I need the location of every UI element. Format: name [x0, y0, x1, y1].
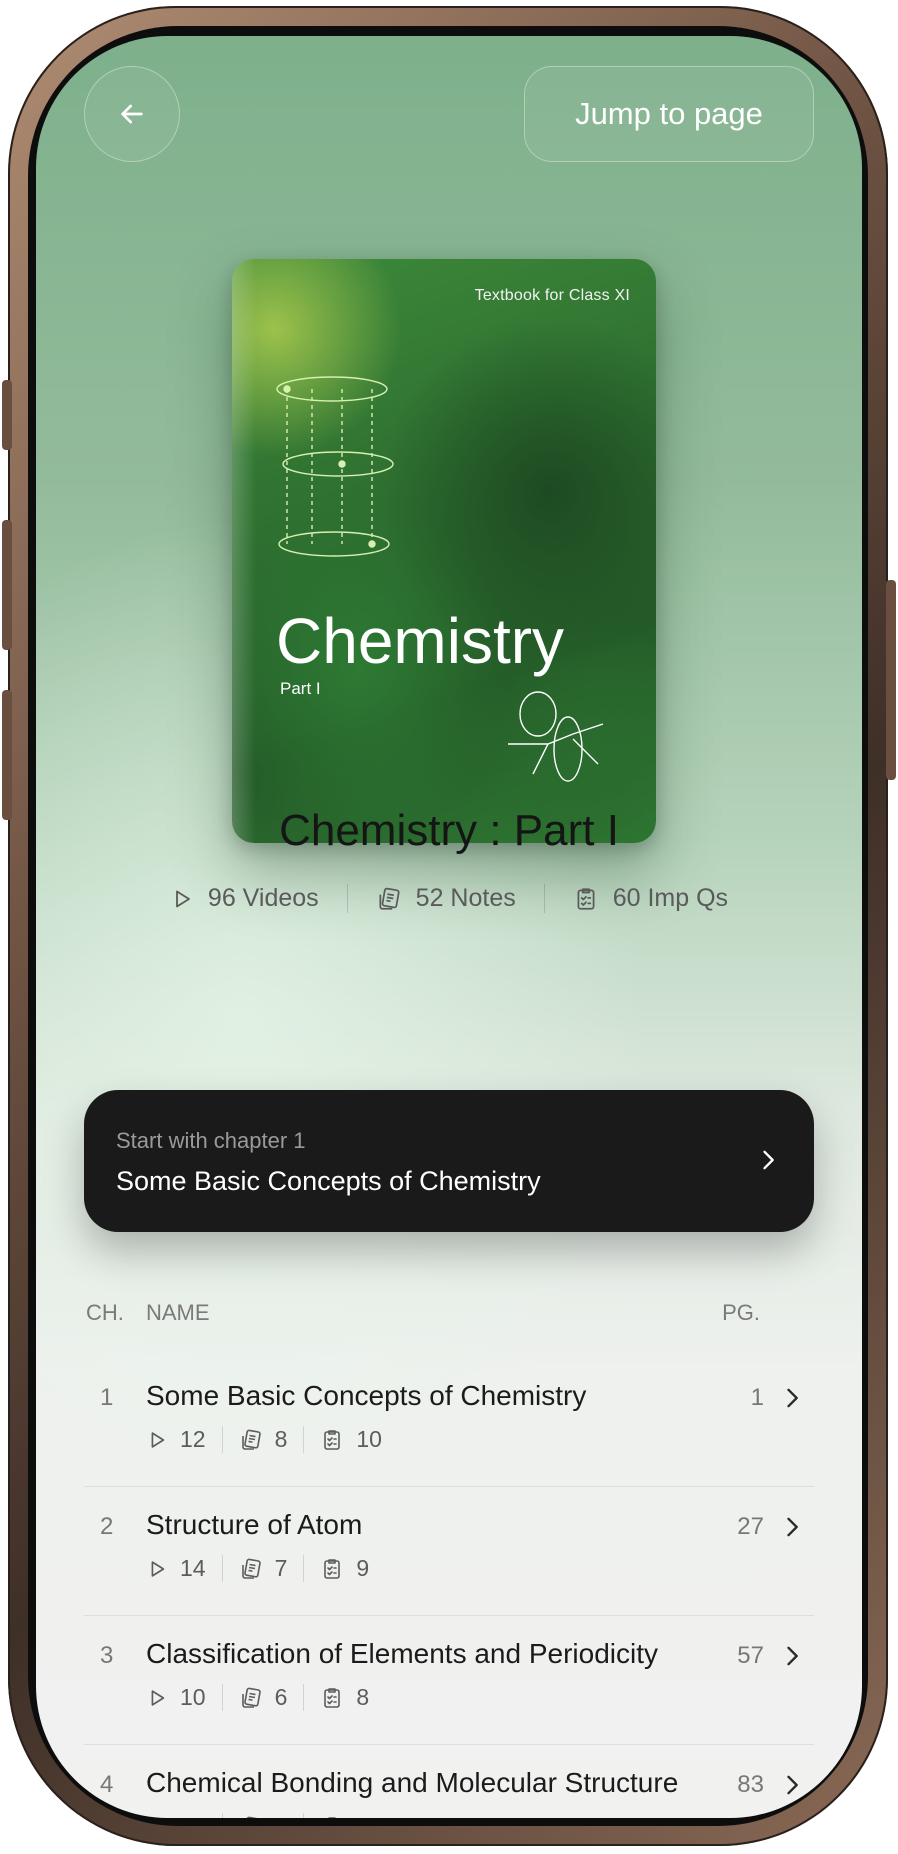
notes-icon: [243, 1816, 261, 1818]
chapter-questions: 9: [303, 1555, 385, 1582]
book-cover-title: Chemistry: [276, 605, 565, 677]
chevron-right-icon: [787, 1517, 798, 1537]
header-pg: PG.: [722, 1300, 760, 1325]
clipboard-check-icon: [577, 887, 595, 910]
orbital-illustration: [508, 691, 604, 782]
notes-value: 8: [275, 1813, 288, 1818]
chapter-questions: 10: [303, 1426, 398, 1453]
chapter-number: 2: [100, 1513, 114, 1540]
chapter-page: 27: [737, 1513, 764, 1540]
chapter-page: 83: [737, 1771, 764, 1798]
chapter-questions: 11: [303, 1813, 396, 1818]
questions-value: 10: [356, 1426, 382, 1452]
notes-value: 8: [274, 1426, 288, 1452]
notes-icon: [241, 1687, 261, 1708]
start-chapter-title: Some Basic Concepts of Chemistry: [116, 1166, 541, 1196]
questions-stat: 60 Imp Qs: [543, 884, 756, 913]
book-cover: Textbook for Class XI Chemistry Part I: [232, 259, 656, 843]
videos-stat: 96 Videos: [142, 884, 347, 913]
chapter-number: 4: [100, 1771, 114, 1798]
chapter-list: 1 Some Basic Concepts of Chemistry 1 12 …: [84, 1358, 814, 1818]
notes-value: 7: [274, 1555, 288, 1581]
chapter-number: 1: [100, 1384, 114, 1411]
notes-value: 6: [274, 1684, 288, 1710]
notes-count: 52 Notes: [415, 884, 516, 912]
chapter-notes: 7: [221, 1555, 304, 1582]
questions-value: 9: [356, 1555, 370, 1581]
notes-icon: [241, 1429, 261, 1450]
chevron-right-icon: [763, 1150, 774, 1170]
header-ch: CH.: [86, 1300, 124, 1325]
videos-count: 96 Videos: [207, 884, 319, 912]
chapter-notes: 6: [221, 1684, 304, 1711]
clipboard-check-icon: [324, 1429, 341, 1450]
questions-count: 60 Imp Qs: [612, 884, 729, 912]
chapter-questions: 8: [303, 1684, 385, 1711]
play-icon: [176, 890, 190, 907]
questions-value: 8: [356, 1684, 370, 1710]
play-icon: [151, 1689, 165, 1706]
chapter-page: 1: [750, 1384, 764, 1411]
start-chapter-card[interactable]: Start with chapter 1 Some Basic Concepts…: [84, 1090, 814, 1232]
chapter-table-header: CH. NAME PG.: [84, 1300, 814, 1330]
chevron-right-icon: [787, 1646, 798, 1666]
arrow-left-icon: [121, 104, 143, 124]
start-caption: Start with chapter 1: [116, 1128, 306, 1153]
back-button[interactable]: [84, 66, 180, 162]
chapter-videos: 10: [146, 1684, 222, 1711]
videos-value: 15: [180, 1813, 206, 1818]
chapter-notes: 8: [221, 1813, 304, 1818]
chapter-videos: 15: [146, 1813, 222, 1818]
questions-value: 11: [356, 1813, 380, 1818]
book-cover-subtitle: Part I: [280, 679, 321, 698]
notes-stat: 52 Notes: [346, 884, 544, 913]
chapter-name: Chemical Bonding and Molecular Structure: [146, 1767, 679, 1798]
header-name: NAME: [146, 1300, 210, 1325]
chapter-name: Structure of Atom: [146, 1509, 363, 1540]
chevron-right-icon: [787, 1388, 798, 1408]
chapter-name: Some Basic Concepts of Chemistry: [146, 1380, 587, 1411]
book-title: Chemistry : Part I: [279, 806, 619, 855]
chevron-right-icon: [787, 1775, 798, 1795]
app-screen: Jump to page Textbook for Class XI Chemi…: [36, 36, 862, 1818]
videos-value: 14: [180, 1555, 206, 1581]
chapter-number: 3: [100, 1642, 114, 1669]
chapter-row[interactable]: 4 Chemical Bonding and Molecular Structu…: [84, 1744, 814, 1818]
phone-side-button: [2, 380, 12, 450]
chapter-meta: 15 8 11: [146, 1813, 396, 1818]
chapter-notes: 8: [221, 1426, 304, 1453]
chapter-videos: 12: [146, 1426, 222, 1453]
chapter-page: 57: [737, 1642, 764, 1669]
play-icon: [151, 1560, 165, 1577]
jump-to-page-button[interactable]: Jump to page: [524, 66, 814, 162]
chapter-meta: 12 8 10: [146, 1426, 398, 1453]
videos-value: 10: [180, 1684, 206, 1710]
molecule-lattice-illustration: [276, 376, 394, 557]
notes-icon: [379, 887, 400, 910]
chapter-meta: 14 7 9: [146, 1555, 385, 1582]
book-cover-label: Textbook for Class XI: [474, 287, 630, 304]
chapter-name: Classification of Elements and Periodici…: [146, 1638, 659, 1669]
chapter-row[interactable]: 3 Classification of Elements and Periodi…: [84, 1615, 814, 1744]
chapter-meta: 10 6 8: [146, 1684, 385, 1711]
chapter-row[interactable]: 1 Some Basic Concepts of Chemistry 1 12 …: [84, 1358, 814, 1486]
phone-side-button: [886, 580, 896, 780]
phone-side-button: [2, 690, 12, 820]
clipboard-check-icon: [326, 1816, 339, 1818]
chapter-row[interactable]: 2 Structure of Atom 27 14 7 9: [84, 1486, 814, 1615]
phone-side-button: [2, 520, 12, 650]
play-icon: [151, 1431, 165, 1448]
clipboard-check-icon: [324, 1558, 341, 1579]
notes-icon: [241, 1558, 261, 1579]
chapter-videos: 14: [146, 1555, 222, 1582]
clipboard-check-icon: [324, 1687, 341, 1708]
videos-value: 12: [180, 1426, 206, 1452]
book-stats: 96 Videos 52 Notes 60 Imp Qs: [36, 884, 862, 913]
play-icon: [146, 1816, 168, 1819]
